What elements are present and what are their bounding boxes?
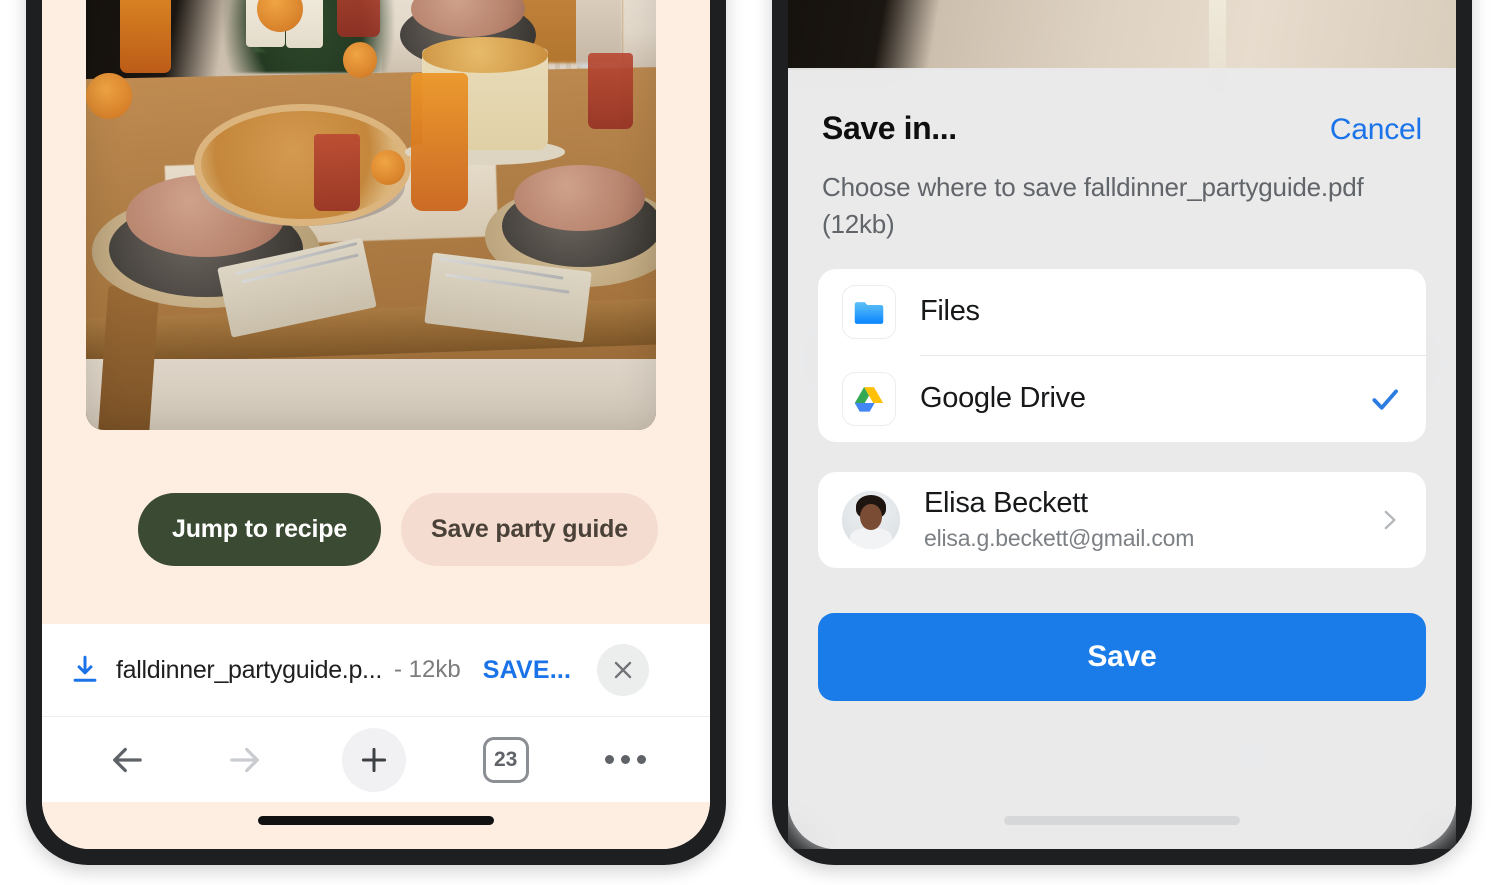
sheet-header: Save in... Cancel (788, 68, 1456, 147)
account-row[interactable]: Elisa Beckett elisa.g.beckett@gmail.com (818, 472, 1426, 568)
phone-right-screen: 23 Save in... Cancel Choose where to sav… (788, 0, 1456, 849)
phone-left-screen: Jump to recipe Save party guide falldinn… (42, 0, 710, 849)
checkmark-icon (1372, 389, 1398, 410)
account-text: Elisa Beckett elisa.g.beckett@gmail.com (924, 487, 1376, 552)
folder-icon (854, 301, 884, 324)
download-save-link[interactable]: SAVE... (483, 656, 571, 685)
save-button[interactable]: Save (818, 613, 1426, 701)
account-email: elisa.g.beckett@gmail.com (924, 525, 1195, 552)
plus-icon (362, 747, 387, 772)
jump-to-recipe-button[interactable]: Jump to recipe (138, 493, 382, 566)
phone-right: 23 Save in... Cancel Choose where to sav… (772, 0, 1472, 865)
destination-row-google-drive[interactable]: Google Drive (818, 356, 1426, 442)
toolbar-new-tab-button[interactable] (342, 727, 407, 792)
destinations-card: Files Google Drive (818, 268, 1426, 442)
download-bar: falldinner_partyguide.p... - 12kb SAVE..… (42, 624, 710, 716)
download-filename: falldinner_partyguide.p... (116, 655, 382, 684)
hero-photo (86, 0, 656, 430)
sheet-subtitle: Choose where to save falldinner_partygui… (822, 172, 1364, 239)
chevron-right-icon (1384, 510, 1396, 530)
back-arrow-icon (113, 747, 142, 772)
close-icon (614, 661, 632, 679)
forward-arrow-icon (230, 747, 260, 772)
folder-icon-wrapper (842, 284, 896, 339)
account-name: Elisa Beckett (924, 487, 1088, 520)
more-options-icon (604, 755, 646, 764)
hero-photo-canvas (86, 0, 656, 430)
recipe-action-buttons: Jump to recipe Save party guide (138, 493, 658, 566)
sheet-title: Save in... (822, 110, 957, 146)
home-indicator (1004, 816, 1240, 825)
screenshot-stage: Jump to recipe Save party guide falldinn… (0, 0, 1500, 885)
google-drive-icon (854, 386, 884, 412)
destination-label-google-drive: Google Drive (920, 382, 1086, 415)
download-close-button[interactable] (597, 644, 650, 696)
destination-label-files: Files (920, 295, 980, 328)
toolbar-forward-button[interactable] (224, 739, 266, 781)
avatar (842, 490, 900, 549)
destination-row-files[interactable]: Files (818, 269, 1426, 355)
download-filesize: - 12kb (394, 656, 461, 683)
account-card: Elisa Beckett elisa.g.beckett@gmail.com (818, 471, 1426, 568)
browser-toolbar: 23 (42, 716, 710, 802)
tab-count-badge: 23 (482, 736, 529, 783)
save-in-sheet: Save in... Cancel Choose where to save f… (788, 68, 1456, 849)
save-party-guide-button[interactable]: Save party guide (401, 493, 658, 566)
download-icon (73, 655, 97, 682)
phone-left: Jump to recipe Save party guide falldinn… (26, 0, 726, 865)
home-indicator (258, 816, 494, 825)
toolbar-more-button[interactable] (604, 755, 646, 764)
google-drive-icon-wrapper (842, 371, 896, 426)
toolbar-tab-switcher-button[interactable]: 23 (482, 736, 529, 783)
sheet-cancel-button[interactable]: Cancel (1330, 113, 1422, 147)
toolbar-back-button[interactable] (106, 739, 148, 781)
